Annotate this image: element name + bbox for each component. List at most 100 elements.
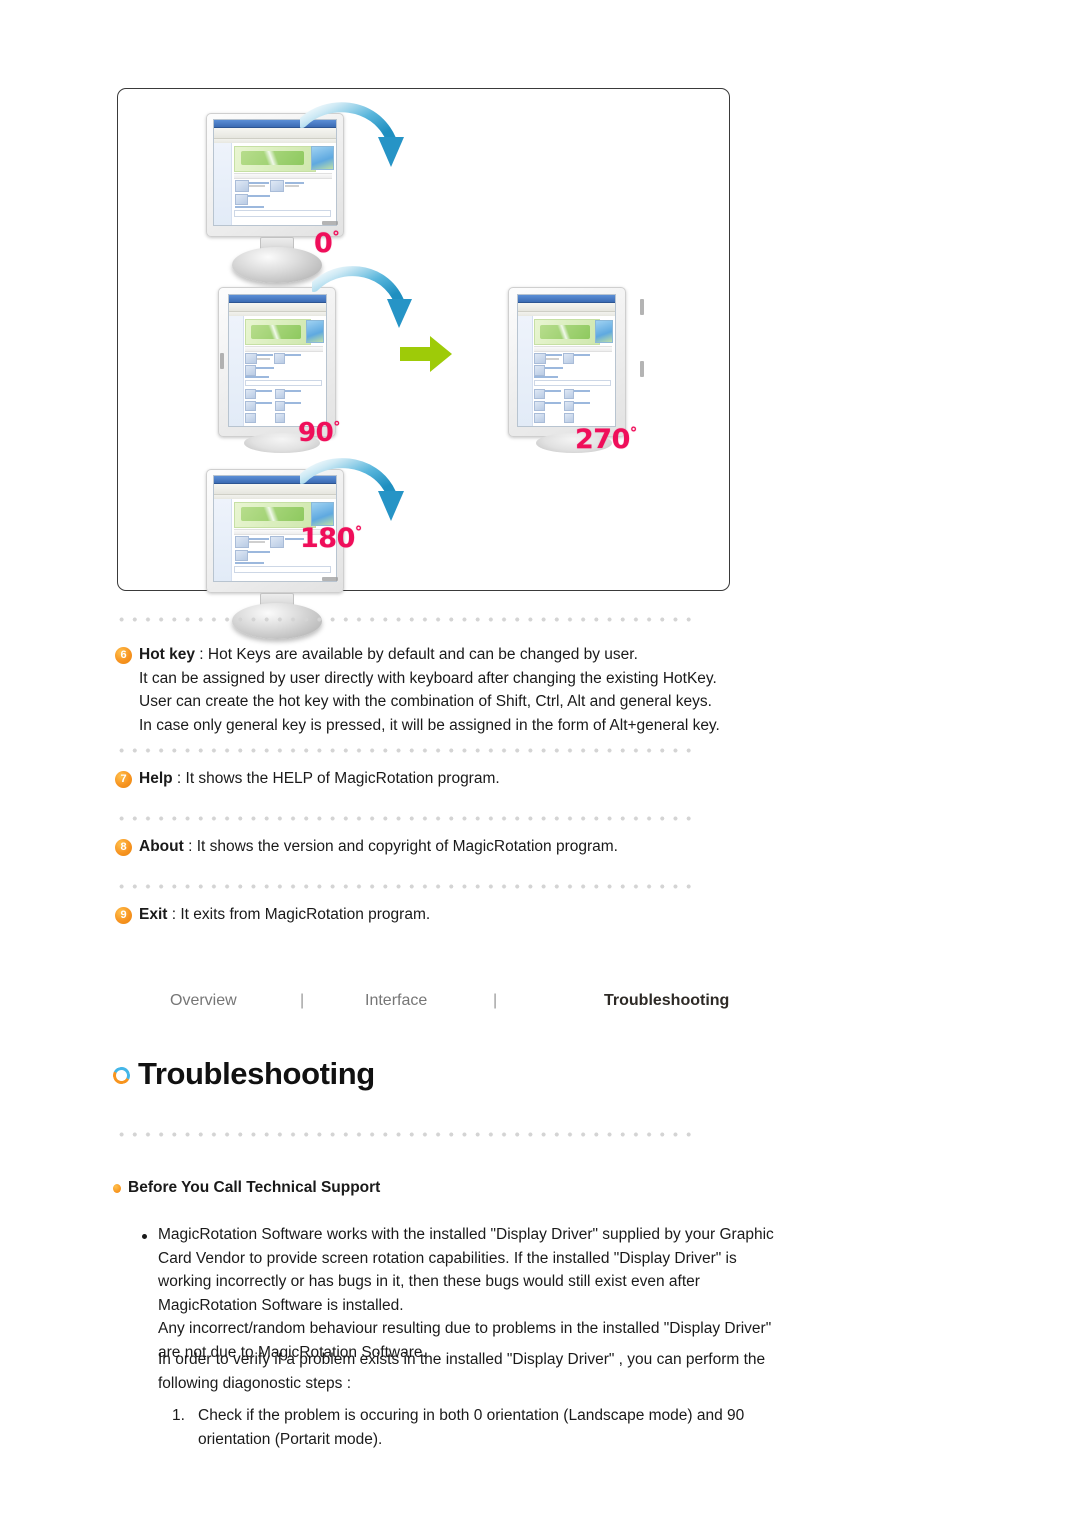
rotation-diagram-stage: 0° 90° 180° 270°	[118, 89, 729, 639]
degree-label-270: 270°	[575, 424, 637, 455]
page-text-line	[234, 562, 264, 565]
note-colon: :	[183, 838, 197, 855]
page-text-line	[545, 366, 563, 369]
degree-label-180: 180°	[300, 523, 362, 554]
page-product-tile	[234, 193, 248, 205]
browser-toolbar	[518, 302, 615, 313]
note-text: In case only general key is pressed, it …	[139, 716, 720, 734]
note-text: It can be assigned by user directly with…	[139, 669, 717, 687]
page-product-tile	[245, 388, 257, 399]
page-product-tile	[234, 549, 248, 561]
diagnostic-step: Check if the problem is occuring in both…	[198, 1404, 744, 1451]
page-text-line	[249, 540, 266, 543]
nav-separator: |	[300, 992, 305, 1009]
page-left-column	[214, 143, 233, 225]
subsection-heading: Before You Call Technical Support	[128, 1179, 381, 1196]
nav-link-troubleshooting[interactable]: Troubleshooting	[604, 992, 729, 1010]
page-product-tile	[534, 365, 546, 376]
note-badge: 8	[115, 839, 132, 856]
step-number: 1.	[172, 1407, 185, 1424]
note-text: It exits from MagicRotation program.	[180, 906, 431, 923]
page-text-line	[248, 550, 271, 553]
page-text-line	[256, 389, 272, 392]
page-product-tile	[234, 535, 249, 548]
page-text-line	[285, 401, 301, 404]
page-product-tile	[234, 179, 249, 192]
note-item-hotkey: 6 Hot key : Hot Keys are available by def…	[115, 643, 720, 737]
degree-label-90: 90°	[298, 418, 340, 448]
rotation-arrow-0-to-90	[300, 102, 404, 167]
degree-label-0: 0°	[314, 228, 340, 259]
support-paragraph: MagicRotation Software works with the in…	[158, 1223, 774, 1364]
page-text-line	[249, 184, 266, 187]
nav-link-overview[interactable]: Overview	[170, 992, 237, 1010]
section-nav: Overview | Interface | Troubleshooting	[170, 992, 770, 1014]
page-text-line	[234, 206, 264, 209]
screen-content	[518, 295, 615, 426]
page-product-tile	[274, 412, 286, 424]
paragraph-line: MagicRotation Software is installed.	[158, 1296, 404, 1314]
paragraph-line: following diagonostic steps :	[158, 1374, 352, 1392]
page-text-line	[257, 354, 273, 357]
page-search-bar	[244, 379, 323, 387]
page-text-line	[284, 184, 300, 187]
page-text-line	[249, 537, 269, 540]
page-text-line	[249, 181, 269, 184]
diagnostic-intro-paragraph: In order to verify if a problem exists i…	[158, 1348, 765, 1395]
transition-arrow-icon	[400, 336, 452, 372]
monitor-control-buttons	[322, 221, 338, 225]
page-product-tile	[274, 388, 286, 399]
paragraph-line: orientation (Portarit mode).	[198, 1430, 383, 1448]
page-search-bar	[233, 210, 332, 218]
paragraph-line: Card Vendor to provide screen rotation c…	[158, 1249, 737, 1267]
page-product-tile	[534, 388, 546, 399]
note-colon: :	[172, 770, 186, 787]
bullet-disc-icon	[142, 1234, 147, 1239]
note-item-exit: 9 Exit : It exits from MagicRotation prog…	[115, 903, 430, 927]
page-product-tile	[273, 353, 286, 365]
orange-dot-icon	[113, 1184, 121, 1193]
page-thumbnail	[594, 320, 614, 344]
nav-link-interface[interactable]: Interface	[365, 992, 427, 1010]
page-product-tile	[245, 412, 257, 424]
note-badge: 6	[115, 647, 132, 664]
page-text-line	[545, 389, 561, 392]
browser-page-body	[518, 315, 615, 426]
divider-dotted	[115, 1132, 693, 1137]
divider-dotted	[115, 617, 693, 622]
page-text-line	[545, 401, 561, 404]
note-text: It shows the version and copyright of Ma…	[196, 838, 618, 855]
note-text: It shows the HELP of MagicRotation progr…	[185, 770, 500, 787]
monitor-control-buttons	[322, 577, 338, 581]
page-product-tile	[563, 412, 575, 424]
page-product-tile	[534, 353, 547, 365]
note-badge: 7	[115, 771, 132, 788]
paragraph-line: working incorrectly or has bugs in it, t…	[158, 1273, 700, 1290]
monitor-control-buttons	[220, 353, 224, 369]
browser-titlebar	[518, 295, 615, 303]
note-colon: :	[167, 906, 181, 923]
monitor-control-buttons	[640, 361, 644, 377]
page-product-tile	[270, 179, 285, 192]
paragraph-line: MagicRotation Software works with the in…	[158, 1226, 774, 1243]
page-text-line	[285, 389, 301, 392]
page-text-line	[546, 357, 559, 360]
monitor-bezel	[508, 287, 626, 437]
note-term: Help	[139, 770, 173, 787]
page-product-tile	[563, 400, 575, 411]
page-text-line	[245, 376, 269, 379]
page-text-line	[248, 194, 271, 197]
paragraph-line: In order to verify if a problem exists i…	[158, 1351, 766, 1368]
nav-separator: |	[493, 992, 498, 1009]
note-item-about: 8 About : It shows the version and copyri…	[115, 835, 618, 859]
page-text-line	[285, 354, 301, 357]
monitor-control-buttons	[640, 299, 644, 315]
monitor-base	[232, 247, 322, 283]
page-product-tile	[274, 400, 286, 411]
page-product-tile	[562, 353, 575, 365]
divider-dotted	[115, 816, 693, 821]
page-left-column	[229, 315, 244, 426]
note-item-help: 7 Help : It shows the HELP of MagicRotati…	[115, 767, 500, 791]
page-hero-banner	[533, 319, 600, 346]
paragraph-line: Check if the problem is occuring in both…	[198, 1407, 745, 1424]
